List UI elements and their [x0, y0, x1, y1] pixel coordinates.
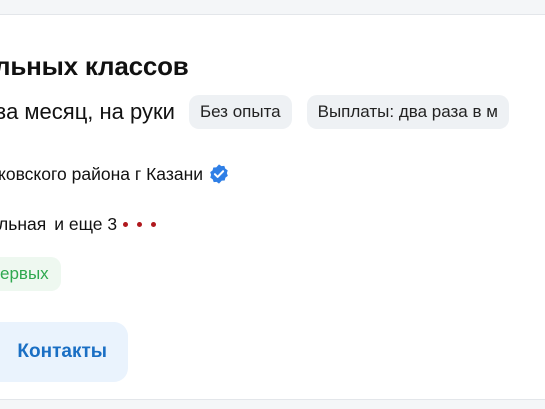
more-stations[interactable]: и еще 3: [54, 214, 117, 235]
green-tag: ервых: [0, 257, 61, 291]
company-row: ковского района г Казани: [0, 163, 230, 185]
vacancy-card: льных классов за месяц, на руки Без опыт…: [0, 14, 545, 400]
experience-chip: Без опыта: [188, 95, 292, 129]
vacancy-title[interactable]: льных классов: [0, 51, 189, 82]
metro-dot-3: [151, 222, 157, 227]
metro-dot-1: [123, 222, 129, 227]
company-name[interactable]: ковского района г Казани: [0, 164, 203, 185]
address-row: льная и еще 3: [0, 214, 157, 235]
salary-text: за месяц, на руки: [0, 99, 175, 124]
verified-check-icon: [208, 163, 230, 185]
salary-row: за месяц, на руки Без опыта Выплаты: два…: [0, 95, 524, 129]
metro-dot-2: [137, 222, 143, 227]
payments-chip: Выплаты: два раза в м: [306, 95, 509, 129]
contacts-button[interactable]: Контакты: [0, 322, 128, 382]
metro-line-dots: [123, 222, 157, 227]
metro-station: льная: [0, 214, 47, 234]
